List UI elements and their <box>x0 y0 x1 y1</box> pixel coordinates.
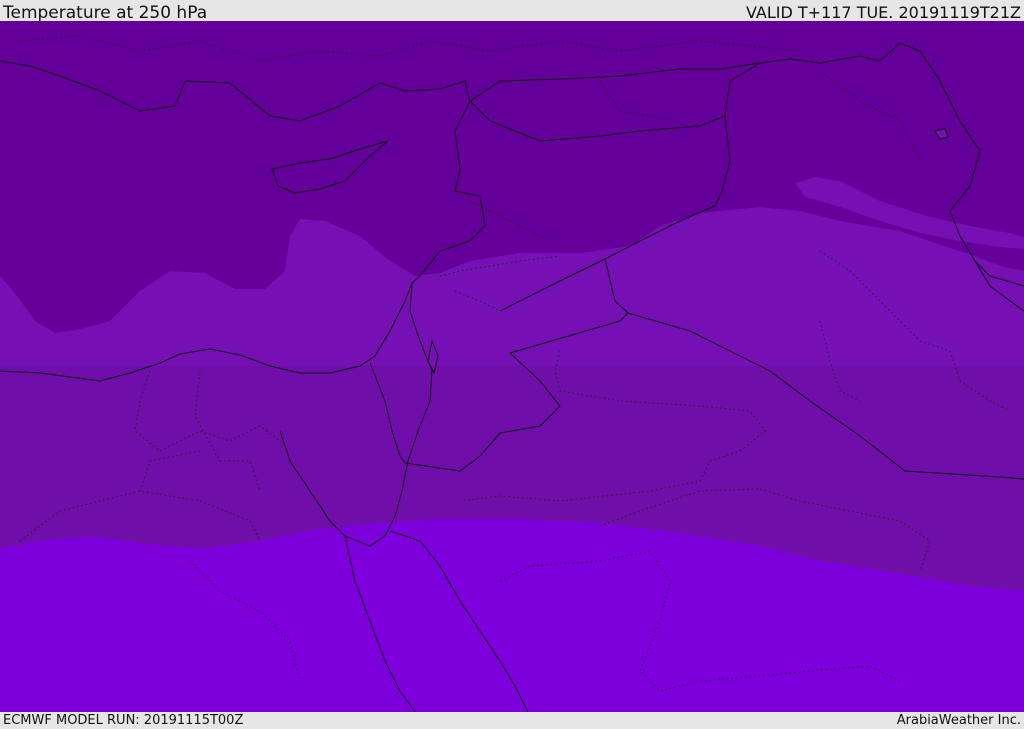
header-bar: Temperature at 250 hPa VALID T+117 TUE. … <box>0 0 1024 23</box>
footer-bar: ECMWF MODEL RUN: 20191115T00Z ArabiaWeat… <box>0 712 1024 729</box>
chart-title: Temperature at 250 hPa <box>3 3 208 23</box>
valid-time: VALID T+117 TUE. 20191119T21Z <box>745 3 1021 22</box>
temperature-map <box>0 21 1024 712</box>
credit: ArabiaWeather Inc. <box>896 713 1021 728</box>
model-run: ECMWF MODEL RUN: 20191115T00Z <box>3 713 244 728</box>
